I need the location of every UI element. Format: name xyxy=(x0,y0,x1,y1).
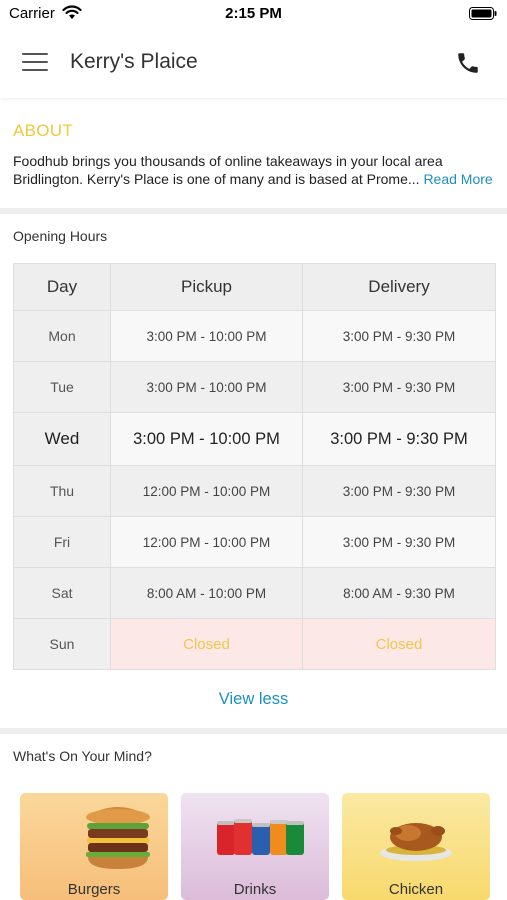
read-more-link[interactable]: Read More xyxy=(423,171,492,187)
day-cell: Sun xyxy=(13,618,111,670)
about-line-1: Foodhub brings you thousands of online t… xyxy=(13,153,443,169)
opening-hours-table: Day Pickup Delivery Mon 3:00 PM - 10:00 … xyxy=(13,263,496,670)
column-header-pickup: Pickup xyxy=(110,263,303,311)
app-header: Kerry's Plaice xyxy=(0,30,507,98)
delivery-closed-cell: Closed xyxy=(302,618,496,670)
about-description: Foodhub brings you thousands of online t… xyxy=(13,152,498,188)
pickup-hours-cell: 12:00 PM - 10:00 PM xyxy=(110,516,303,568)
chicken-icon xyxy=(380,823,452,861)
day-cell: Mon xyxy=(13,310,111,362)
pickup-hours-cell: 3:00 PM - 10:00 PM xyxy=(110,361,303,413)
pickup-closed-cell: Closed xyxy=(110,618,303,670)
categories-heading: What's On Your Mind? xyxy=(13,748,152,764)
day-cell: Fri xyxy=(13,516,111,568)
category-label: Burgers xyxy=(67,881,121,898)
day-cell: Thu xyxy=(13,465,111,517)
table-row: Sat 8:00 AM - 10:00 PM 8:00 AM - 9:30 PM xyxy=(13,567,496,619)
column-header-delivery: Delivery xyxy=(302,263,496,311)
drinks-icon xyxy=(217,819,304,855)
page-title: Kerry's Plaice xyxy=(70,50,198,73)
category-card-burgers[interactable]: Burgers xyxy=(20,793,168,900)
category-label: Chicken xyxy=(388,881,444,898)
delivery-hours-cell: 8:00 AM - 9:30 PM xyxy=(302,567,496,619)
section-divider xyxy=(0,208,507,214)
about-heading: ABOUT xyxy=(13,121,74,140)
clock: 2:15 PM xyxy=(225,5,282,22)
pickup-hours-cell: 3:00 PM - 10:00 PM xyxy=(110,310,303,362)
delivery-hours-cell: 3:00 PM - 9:30 PM xyxy=(302,310,496,362)
category-card-chicken[interactable]: Chicken xyxy=(342,793,490,900)
category-card-drinks[interactable]: Drinks xyxy=(181,793,329,900)
table-row-today: Wed 3:00 PM - 10:00 PM 3:00 PM - 9:30 PM xyxy=(13,412,496,466)
table-row: Fri 12:00 PM - 10:00 PM 3:00 PM - 9:30 P… xyxy=(13,516,496,568)
about-line-2: Bridlington. Kerry's Place is one of man… xyxy=(13,171,420,187)
delivery-hours-cell: 3:00 PM - 9:30 PM xyxy=(302,412,496,466)
pickup-hours-cell: 8:00 AM - 10:00 PM xyxy=(110,567,303,619)
day-cell: Sat xyxy=(13,567,111,619)
category-label: Drinks xyxy=(233,881,277,898)
section-divider xyxy=(0,728,507,734)
table-row: Thu 12:00 PM - 10:00 PM 3:00 PM - 9:30 P… xyxy=(13,465,496,517)
table-row: Tue 3:00 PM - 10:00 PM 3:00 PM - 9:30 PM xyxy=(13,361,496,413)
delivery-hours-cell: 3:00 PM - 9:30 PM xyxy=(302,465,496,517)
day-cell: Tue xyxy=(13,361,111,413)
day-cell: Wed xyxy=(13,412,111,466)
phone-call-icon[interactable] xyxy=(455,50,481,76)
burger-icon xyxy=(86,807,150,869)
view-less-link[interactable]: View less xyxy=(0,690,507,709)
status-bar: Carrier 2:15 PM xyxy=(0,0,507,30)
pickup-hours-cell: 3:00 PM - 10:00 PM xyxy=(110,412,303,466)
delivery-hours-cell: 3:00 PM - 9:30 PM xyxy=(302,516,496,568)
pickup-hours-cell: 12:00 PM - 10:00 PM xyxy=(110,465,303,517)
battery-icon xyxy=(469,7,497,20)
table-row: Sun Closed Closed xyxy=(13,618,496,670)
table-row: Mon 3:00 PM - 10:00 PM 3:00 PM - 9:30 PM xyxy=(13,310,496,362)
table-header-row: Day Pickup Delivery xyxy=(13,263,496,311)
about-section: ABOUT Foodhub brings you thousands of on… xyxy=(0,105,507,208)
hamburger-menu-icon[interactable] xyxy=(22,50,48,74)
opening-hours-heading: Opening Hours xyxy=(13,228,108,244)
column-header-day: Day xyxy=(13,263,111,311)
delivery-hours-cell: 3:00 PM - 9:30 PM xyxy=(302,361,496,413)
